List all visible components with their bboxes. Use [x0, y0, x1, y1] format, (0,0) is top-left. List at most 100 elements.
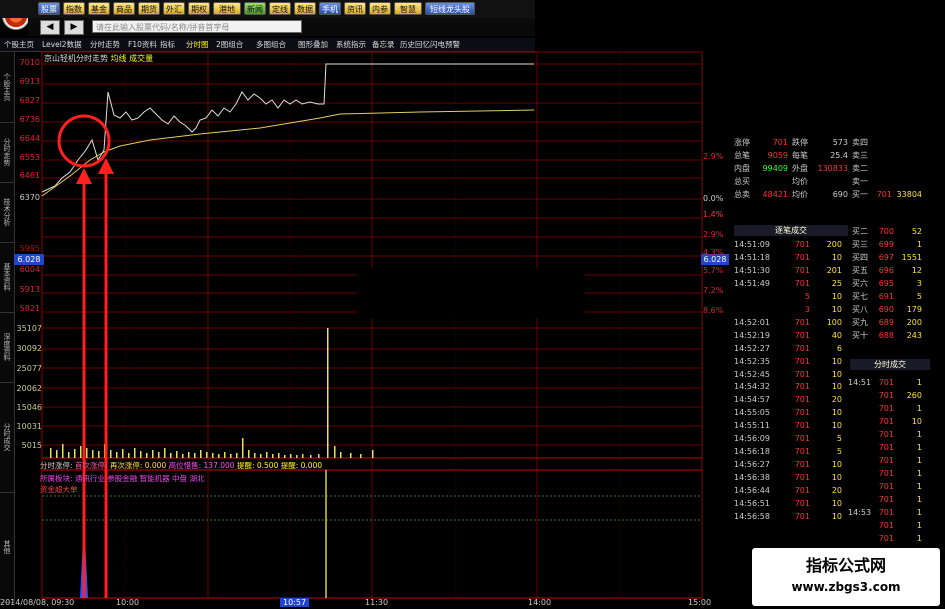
trade-price-13: 701	[794, 408, 810, 418]
minute-time-10: 14:53	[848, 508, 872, 517]
bid-key-4: 买六	[852, 279, 868, 288]
trade-vol-8: 6	[836, 343, 842, 353]
trade-price-0: 701	[794, 240, 810, 249]
trade-price-17: 701	[794, 460, 810, 470]
volume-bar-15	[140, 451, 142, 458]
trade-time-12: 14:54:57	[734, 395, 770, 405]
trade-price-2: 701	[794, 265, 810, 275]
legend-d: 高位惜售: 137.000	[168, 461, 235, 470]
volume-bar-6	[86, 448, 88, 458]
bid-qty-3: 12	[911, 266, 922, 275]
book-key-3: 卖一	[852, 177, 868, 186]
volume-bar-41	[296, 455, 298, 458]
minute-price-11: 701	[878, 521, 894, 530]
volume-bar-20	[170, 453, 172, 458]
volume-bar-46	[334, 446, 336, 458]
book-key-2: 卖二	[852, 164, 868, 173]
volume-bar-5	[80, 446, 82, 458]
bid-qty-5: 5	[916, 292, 922, 301]
price-label-9: 6004	[19, 265, 40, 274]
indicator-legend: 分时涨停: 首次涨停: 再次涨停: 0.000 高位惜售: 137.000 提醒…	[40, 460, 560, 470]
chart-grid	[41, 51, 703, 599]
bid-qty-1: 1	[916, 240, 922, 249]
volume-bar-7	[92, 450, 94, 458]
trade-price-20: 701	[794, 499, 810, 508]
bid-price-1: 699	[878, 240, 894, 249]
price-label-2: 6827	[19, 96, 40, 105]
minute-price-4: 701	[878, 430, 894, 439]
legend-f: 提醒: 0.000	[280, 461, 323, 470]
volume-bar-21	[176, 451, 178, 458]
minute-vol-4: 1	[916, 430, 922, 439]
trade-time-11: 14:54:32	[734, 382, 770, 392]
trade-vol-21: 10	[831, 511, 842, 521]
percent-label-4: 2.9%	[703, 230, 724, 239]
trade-price-9: 701	[794, 356, 810, 366]
volume-bar-12	[122, 449, 124, 458]
price-label-0: 7010	[19, 58, 40, 67]
trade-price-12: 701	[794, 395, 810, 405]
book-price-1	[872, 150, 892, 162]
arrow-1-head	[76, 168, 92, 184]
trade-time-19: 14:56:44	[734, 486, 770, 496]
minute-price-12: 701	[878, 534, 894, 543]
minute-price-5: 701	[878, 443, 894, 452]
volume-bar-32	[242, 438, 244, 458]
bid-qty-8: 243	[906, 331, 922, 340]
volume-bar-44	[318, 454, 320, 458]
volume-bar-10	[110, 450, 112, 458]
volume-bar-17	[152, 450, 154, 458]
trade-time-3: 14:51:49	[734, 278, 770, 288]
volume-label-3: 20062	[16, 384, 42, 393]
percent-label-8: 8.6%	[703, 306, 724, 315]
volume-bar-19	[164, 448, 166, 458]
volume-bar-30	[230, 454, 232, 458]
fund-legend: 资金超大单	[40, 485, 78, 494]
trade-vol-20: 10	[831, 499, 842, 508]
quote-label-2: 内盘	[734, 164, 750, 173]
bid-price-7: 689	[878, 318, 894, 327]
price-label-3: 6736	[19, 115, 40, 124]
trade-vol-9: 10	[831, 356, 842, 366]
minute-price-1: 701	[878, 391, 894, 400]
minute-vol-0: 1	[916, 378, 922, 387]
trade-vol-11: 10	[831, 382, 842, 392]
bid-key-2: 买四	[852, 253, 868, 262]
trade-vol-1: 10	[831, 252, 842, 262]
trade-price-18: 701	[794, 473, 810, 483]
quote-value-3	[756, 176, 788, 188]
volume-bar-47	[340, 452, 342, 458]
volume-bar-3	[68, 452, 70, 458]
redaction-block	[357, 268, 585, 318]
trade-vol-16: 5	[836, 447, 842, 457]
minute-price-8: 701	[878, 482, 894, 491]
volume-bar-26	[206, 452, 208, 458]
trade-time-21: 14:56:58	[734, 511, 770, 521]
trade-price-19: 701	[794, 486, 810, 496]
minute-price-2: 701	[878, 404, 894, 413]
book-key-1: 卖三	[852, 151, 868, 160]
time-label-4: 14:00	[528, 598, 552, 607]
quote-value-0: 701	[772, 138, 788, 147]
volume-bar-13	[128, 453, 130, 458]
minute-price-0: 701	[878, 378, 894, 387]
trades-header[interactable]: 逐笔成交	[734, 225, 848, 236]
trade-price-4: 5	[804, 291, 810, 301]
minute-vol-10: 1	[916, 508, 922, 517]
trade-vol-10: 10	[831, 369, 842, 379]
price-label-4: 6644	[19, 134, 40, 143]
trade-price-5: 3	[804, 304, 810, 314]
volume-bar-27	[212, 453, 214, 458]
minute-header[interactable]: 分时成交	[850, 359, 930, 370]
bid-key-0: 买二	[852, 227, 868, 236]
minute-vol-1: 260	[906, 391, 922, 400]
volume-bar-25	[200, 450, 202, 458]
price-label-10: 5913	[19, 285, 40, 294]
bid-qty-0: 52	[911, 227, 922, 236]
minute-price-7: 701	[878, 469, 894, 478]
volume-label-4: 15046	[16, 403, 42, 412]
volume-bar-29	[224, 452, 226, 458]
minute-vol-9: 1	[916, 495, 922, 504]
bid-key-1: 买三	[852, 240, 868, 249]
legend-a: 分时涨停:	[40, 461, 73, 470]
